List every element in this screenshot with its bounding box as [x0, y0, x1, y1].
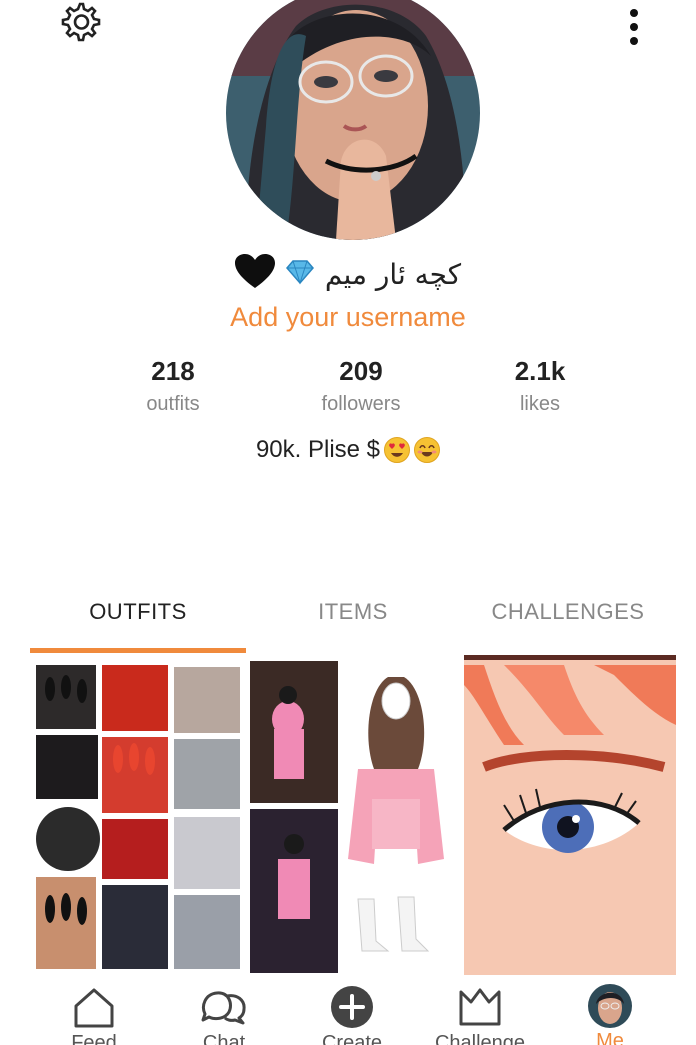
avatar: [588, 984, 632, 1028]
tab-outfits[interactable]: OUTFITS: [30, 594, 246, 644]
stat-label: likes: [519, 393, 560, 415]
nav-feed[interactable]: Feed: [34, 984, 154, 1045]
diamond-icon: [285, 259, 315, 290]
bottom-navigation: Feed Chat Create Challenge Me: [0, 978, 696, 1045]
stat-followers[interactable]: 209 followers: [281, 356, 441, 416]
bio-text: 90k. Plise $: [255, 436, 381, 463]
chat-icon: [201, 991, 246, 1025]
stat-label: outfits: [146, 393, 200, 415]
profile-stats: 218 outfits 209 followers 2.1k likes: [0, 356, 696, 426]
tab-challenges[interactable]: CHALLENGES: [460, 594, 676, 644]
more-options-icon[interactable]: [620, 6, 648, 50]
display-name-row: کچه ئار میم: [0, 254, 696, 295]
nav-challenge[interactable]: Challenge: [420, 984, 540, 1045]
outfit-tile-eye-art[interactable]: [464, 655, 676, 975]
nav-label: Feed: [71, 1032, 117, 1045]
smiling-emoji: [414, 437, 441, 463]
profile-photo[interactable]: [226, 0, 480, 240]
nav-label: Challenge: [434, 1032, 526, 1045]
heart-eyes-emoji: [384, 437, 411, 463]
profile-tabs: OUTFITS ITEMS CHALLENGES: [30, 594, 676, 654]
tab-items[interactable]: ITEMS: [246, 594, 460, 644]
nav-chat[interactable]: Chat: [164, 984, 284, 1045]
stat-value: 209: [339, 356, 383, 386]
active-tab-indicator: [30, 648, 246, 653]
nav-create[interactable]: Create: [292, 984, 412, 1045]
profile-bio: 90k. Plise $: [0, 436, 696, 464]
stat-outfits[interactable]: 218 outfits: [93, 356, 253, 416]
plus-circle-icon: [331, 986, 373, 1028]
outfit-tile-pink-dress[interactable]: [248, 659, 462, 975]
nav-me[interactable]: Me: [550, 984, 670, 1045]
nav-label: Me: [596, 1030, 624, 1045]
stat-value: 218: [151, 356, 195, 386]
outfit-tile-nails-collage[interactable]: [30, 659, 246, 975]
home-icon: [74, 988, 114, 1028]
stat-label: followers: [321, 393, 401, 415]
settings-gear-icon[interactable]: [56, 0, 104, 44]
nav-label: Create: [321, 1032, 383, 1045]
nav-label: Chat: [202, 1032, 246, 1045]
display-name: کچه ئار میم: [324, 258, 462, 291]
stat-likes[interactable]: 2.1k likes: [460, 356, 620, 416]
stat-value: 2.1k: [514, 356, 566, 386]
crown-icon: [459, 988, 501, 1026]
add-username-link[interactable]: Add your username: [0, 302, 696, 333]
black-heart-icon: [234, 254, 275, 295]
